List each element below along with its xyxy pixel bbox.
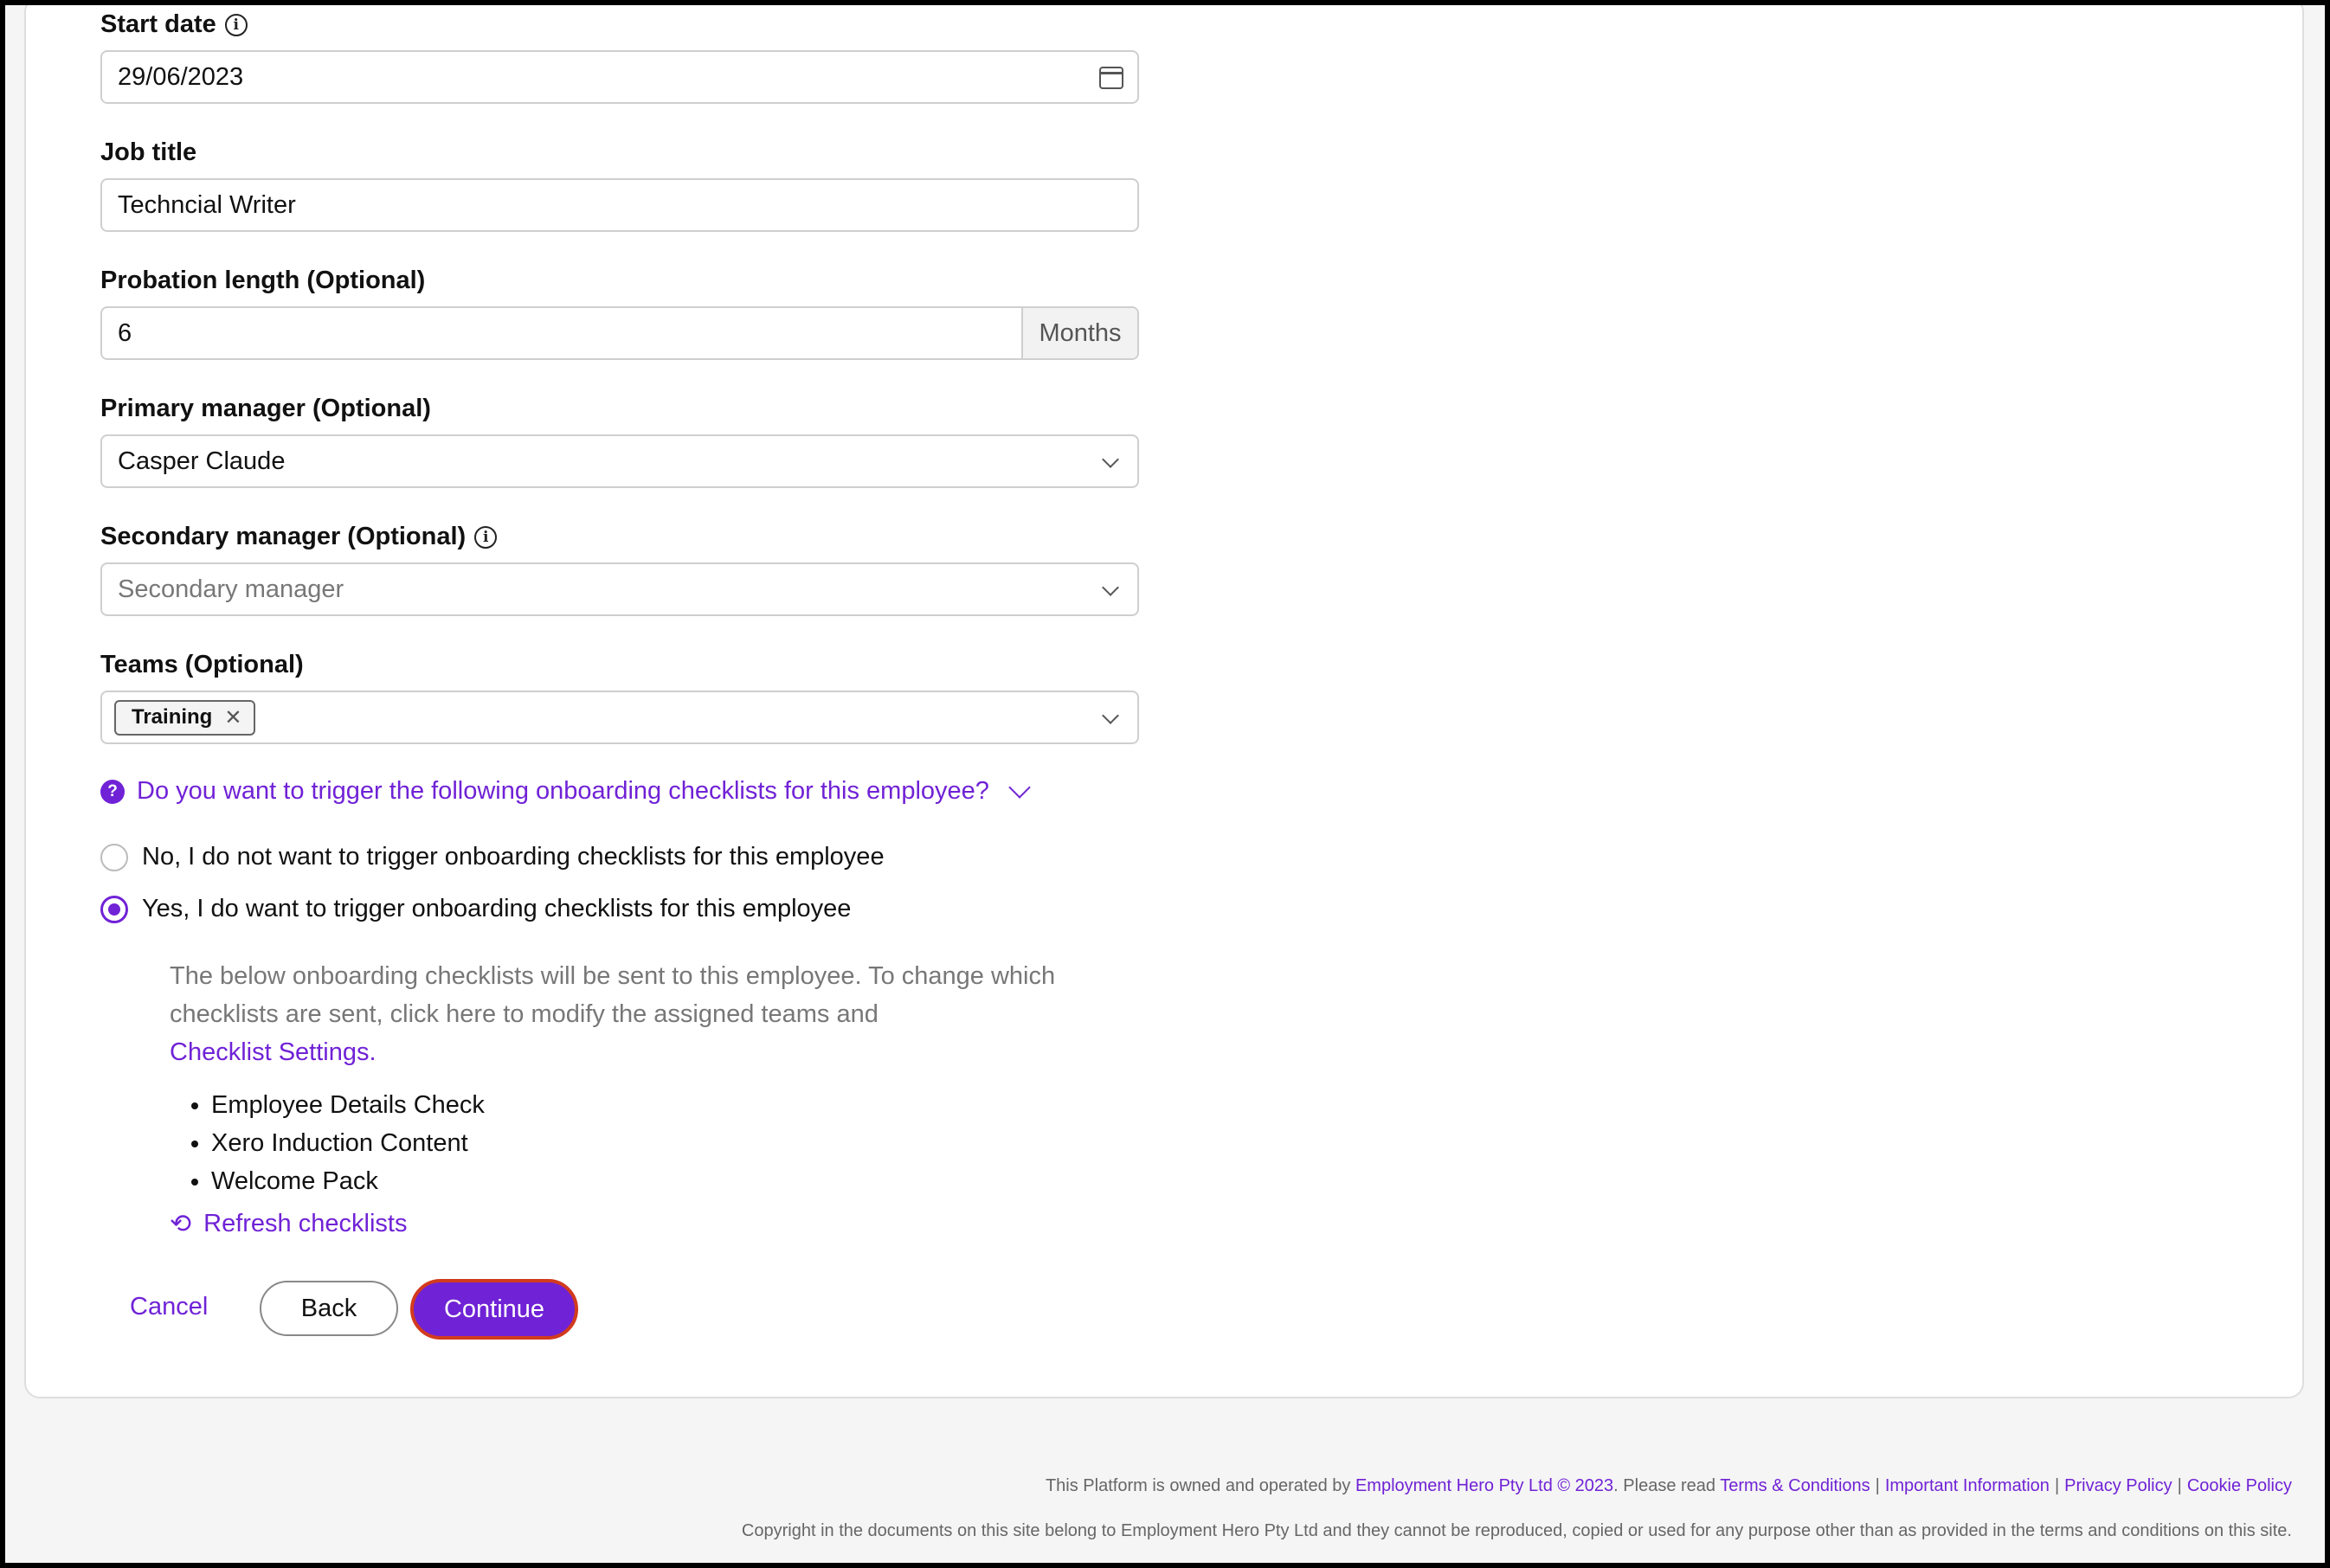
team-tag-label: Training [132, 705, 213, 729]
probation-label: Probation length (Optional) [100, 267, 425, 295]
list-item: Welcome Pack [211, 1162, 485, 1200]
start-date-value: 29/06/2023 [118, 62, 244, 91]
onboarding-question-text: Do you want to trigger the following onb… [137, 777, 989, 805]
owner-link[interactable]: Employment Hero Pty Ltd © 2023 [1355, 1476, 1613, 1495]
secondary-manager-select[interactable]: Secondary manager [100, 562, 1139, 616]
team-tag: Training ✕ [114, 699, 256, 736]
form-actions: Cancel Back Continue [100, 1279, 706, 1341]
refresh-icon: ⟲ [170, 1209, 192, 1238]
onboarding-description: The below onboarding checklists will be … [170, 957, 1130, 1071]
job-title-label: Job title [100, 138, 196, 167]
screen: Start date i 29/06/2023 Job title Technc… [5, 5, 2325, 1563]
refresh-label: Refresh checklists [203, 1210, 408, 1237]
important-info-link[interactable]: Important Information [1885, 1476, 2050, 1495]
radio-no-label: No, I do not want to trigger onboarding … [142, 843, 885, 871]
remove-tag-icon[interactable]: ✕ [224, 705, 241, 730]
footer-prefix: This Platform is owned and operated by [1045, 1476, 1351, 1495]
divider: | [1875, 1476, 1880, 1495]
radio-yes[interactable] [100, 895, 128, 923]
checklist-settings-link[interactable]: Checklist Settings. [170, 1038, 377, 1066]
list-item: Xero Induction Content [211, 1124, 485, 1162]
probation-unit: Months [1021, 308, 1137, 358]
info-icon[interactable]: i [474, 525, 498, 549]
chevron-down-icon [1008, 775, 1031, 799]
job-title-value: Techncial Writer [118, 190, 296, 219]
footer-ownership: This Platform is owned and operated by E… [1046, 1476, 2292, 1496]
primary-manager-select[interactable]: Casper Claude [100, 434, 1139, 488]
info-icon[interactable]: i [224, 13, 248, 36]
start-date-label-text: Start date [100, 10, 216, 38]
refresh-checklists-button[interactable]: ⟲ Refresh checklists [170, 1210, 407, 1238]
cookie-policy-link[interactable]: Cookie Policy [2187, 1476, 2292, 1495]
teams-label: Teams (Optional) [100, 651, 304, 679]
divider: | [2054, 1476, 2060, 1495]
teams-label-text: Teams (Optional) [100, 651, 304, 678]
job-title-label-text: Job title [100, 138, 197, 166]
primary-manager-label-text: Primary manager (Optional) [100, 395, 431, 422]
start-date-label: Start date i [100, 10, 248, 39]
footer-mid: . Please read [1613, 1476, 1716, 1495]
primary-manager-value: Casper Claude [118, 447, 286, 475]
chevron-down-icon [1102, 707, 1119, 724]
radio-yes-label: Yes, I do want to trigger onboarding che… [142, 895, 852, 922]
privacy-policy-link[interactable]: Privacy Policy [2064, 1476, 2172, 1495]
teams-select[interactable]: Training ✕ [100, 691, 1139, 744]
divider: | [2177, 1476, 2182, 1495]
continue-button[interactable]: Continue [410, 1279, 578, 1340]
onboarding-description-text: The below onboarding checklists will be … [170, 962, 1056, 1028]
checklist-list: Employee Details Check Xero Induction Co… [170, 1086, 485, 1200]
radio-option-no[interactable]: No, I do not want to trigger onboarding … [100, 843, 885, 871]
onboarding-question-toggle[interactable]: ? Do you want to trigger the following o… [100, 775, 1031, 806]
footer-copyright: Copyright in the documents on this site … [741, 1521, 2292, 1540]
start-date-input[interactable]: 29/06/2023 [100, 50, 1139, 104]
radio-option-yes[interactable]: Yes, I do want to trigger onboarding che… [100, 895, 851, 923]
calendar-icon[interactable] [1099, 67, 1123, 89]
question-icon: ? [100, 779, 125, 804]
secondary-manager-placeholder: Secondary manager [118, 575, 344, 603]
secondary-manager-label: Secondary manager (Optional) i [100, 523, 498, 551]
job-title-input[interactable]: Techncial Writer [100, 178, 1139, 232]
form-card: Start date i 29/06/2023 Job title Technc… [24, 5, 2304, 1398]
cancel-button[interactable]: Cancel [130, 1293, 208, 1321]
radio-no[interactable] [100, 843, 128, 871]
probation-value: 6 [118, 318, 132, 347]
secondary-manager-label-text: Secondary manager (Optional) [100, 523, 467, 550]
primary-manager-label: Primary manager (Optional) [100, 395, 431, 423]
probation-label-text: Probation length (Optional) [100, 267, 426, 294]
probation-input[interactable]: 6 Months [100, 306, 1139, 360]
back-button[interactable]: Back [260, 1281, 398, 1336]
list-item: Employee Details Check [211, 1086, 485, 1124]
terms-link[interactable]: Terms & Conditions [1720, 1476, 1870, 1495]
